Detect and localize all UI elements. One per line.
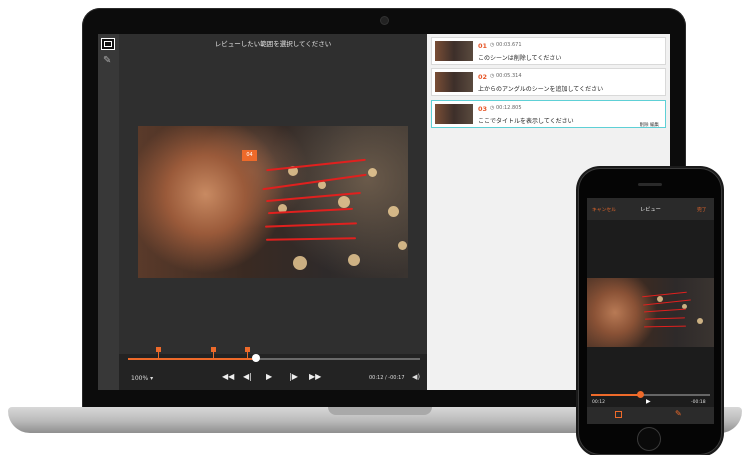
chevron-down-icon: ▾ <box>150 375 154 382</box>
comment-text: 上からのアングルのシーンを追加してください <box>478 86 604 93</box>
comment-number: 03 <box>478 105 488 113</box>
comment-card-active[interactable]: 03 ◷ 00:12.805 ここでタイトルを表示してください 削除 編集 <box>431 100 666 128</box>
comment-marker[interactable] <box>245 347 250 359</box>
total-time: -00:17 <box>388 375 405 381</box>
step-back-icon[interactable]: ◀| <box>243 371 252 383</box>
bokeh-light <box>293 256 307 270</box>
home-button[interactable] <box>637 427 661 451</box>
video-frame[interactable]: 04 <box>138 126 408 278</box>
fast-forward-icon[interactable]: ▶▶ <box>309 371 321 383</box>
tool-strip: ✎ <box>98 34 119 390</box>
bokeh-light <box>338 196 350 208</box>
annotation-stroke <box>644 317 686 320</box>
comment-time: 00:03.671 <box>495 42 522 48</box>
annotation-stroke <box>644 308 686 313</box>
step-forward-icon[interactable]: |▶ <box>289 371 298 383</box>
annotation-stroke <box>642 291 687 298</box>
annotation-stroke <box>265 237 357 241</box>
comment-time: 00:12.805 <box>495 105 522 111</box>
frame-select-icon[interactable] <box>101 38 115 50</box>
done-button[interactable]: 完了 <box>697 206 707 213</box>
phone-title: レビュー <box>640 207 661 213</box>
phone-remaining-time: -00:18 <box>691 400 706 405</box>
bokeh-light <box>398 241 407 250</box>
comment-card[interactable]: 01 ◷ 00:03.671 このシーンは削除してください <box>431 37 666 65</box>
laptop-notch <box>328 407 432 415</box>
bokeh-light <box>388 206 399 217</box>
phone-screen: キャンセル レビュー 完了 00:12 ▶ -00:18 ✎ <box>587 198 714 424</box>
comment-text: ここでタイトルを表示してください <box>478 118 574 125</box>
bokeh-light <box>657 296 663 302</box>
comment-marker[interactable] <box>156 347 161 359</box>
comment-number: 01 <box>478 42 488 50</box>
phone-timeline-handle[interactable] <box>636 391 644 398</box>
comment-thumbnail <box>435 41 473 61</box>
phone-current-time: 00:12 <box>592 400 605 405</box>
pencil-icon[interactable]: ✎ <box>675 409 682 418</box>
video-instruction: レビューしたい範囲を選択してください <box>214 40 332 48</box>
video-pane: レビューしたい範囲を選択してください 04 100% ▾ ◀◀ ◀| ▶ |▶ … <box>119 34 427 390</box>
comment-actions[interactable]: 削除 編集 <box>640 122 659 128</box>
annotation-badge[interactable]: 04 <box>242 150 257 161</box>
play-icon[interactable]: ▶ <box>646 398 651 405</box>
annotation-stroke <box>643 325 687 328</box>
annotation-stroke <box>262 173 367 191</box>
current-time: 00:12 <box>369 375 384 381</box>
comment-number: 02 <box>478 73 488 81</box>
rewind-icon[interactable]: ◀◀ <box>222 371 234 383</box>
laptop-camera <box>381 17 388 24</box>
bokeh-light <box>348 254 360 266</box>
comment-card[interactable]: 02 ◷ 00:05.314 上からのアングルのシーンを追加してください <box>431 68 666 96</box>
phone-toolbar <box>587 407 714 424</box>
frame-select-icon[interactable] <box>615 411 622 418</box>
comment-timestamp: ◷ 00:12.805 <box>490 105 522 111</box>
comment-marker[interactable] <box>211 347 216 359</box>
zoom-value: 100% <box>131 375 149 382</box>
zoom-select[interactable]: 100% ▾ <box>131 375 153 382</box>
comment-text: このシーンは削除してください <box>478 55 562 62</box>
time-separator: / <box>385 375 387 381</box>
phone-speaker <box>638 183 662 186</box>
timeline-progress <box>128 358 257 360</box>
comment-time: 00:05.314 <box>495 73 522 79</box>
pencil-icon[interactable]: ✎ <box>103 55 115 67</box>
volume-icon[interactable]: ◀) <box>412 373 420 381</box>
bokeh-light <box>697 318 703 324</box>
play-icon[interactable]: ▶ <box>266 371 272 383</box>
comment-thumbnail <box>435 104 473 124</box>
phone-timeline-progress <box>591 394 640 396</box>
time-readout: 00:12 / -00:17 <box>369 375 405 381</box>
annotation-stroke <box>264 222 358 228</box>
comment-timestamp: ◷ 00:05.314 <box>490 73 522 79</box>
annotation-stroke <box>266 158 366 172</box>
comment-thumbnail <box>435 72 473 92</box>
bokeh-light <box>368 168 377 177</box>
phone-video-frame[interactable] <box>587 278 714 347</box>
comment-timestamp: ◷ 00:03.671 <box>490 42 522 48</box>
